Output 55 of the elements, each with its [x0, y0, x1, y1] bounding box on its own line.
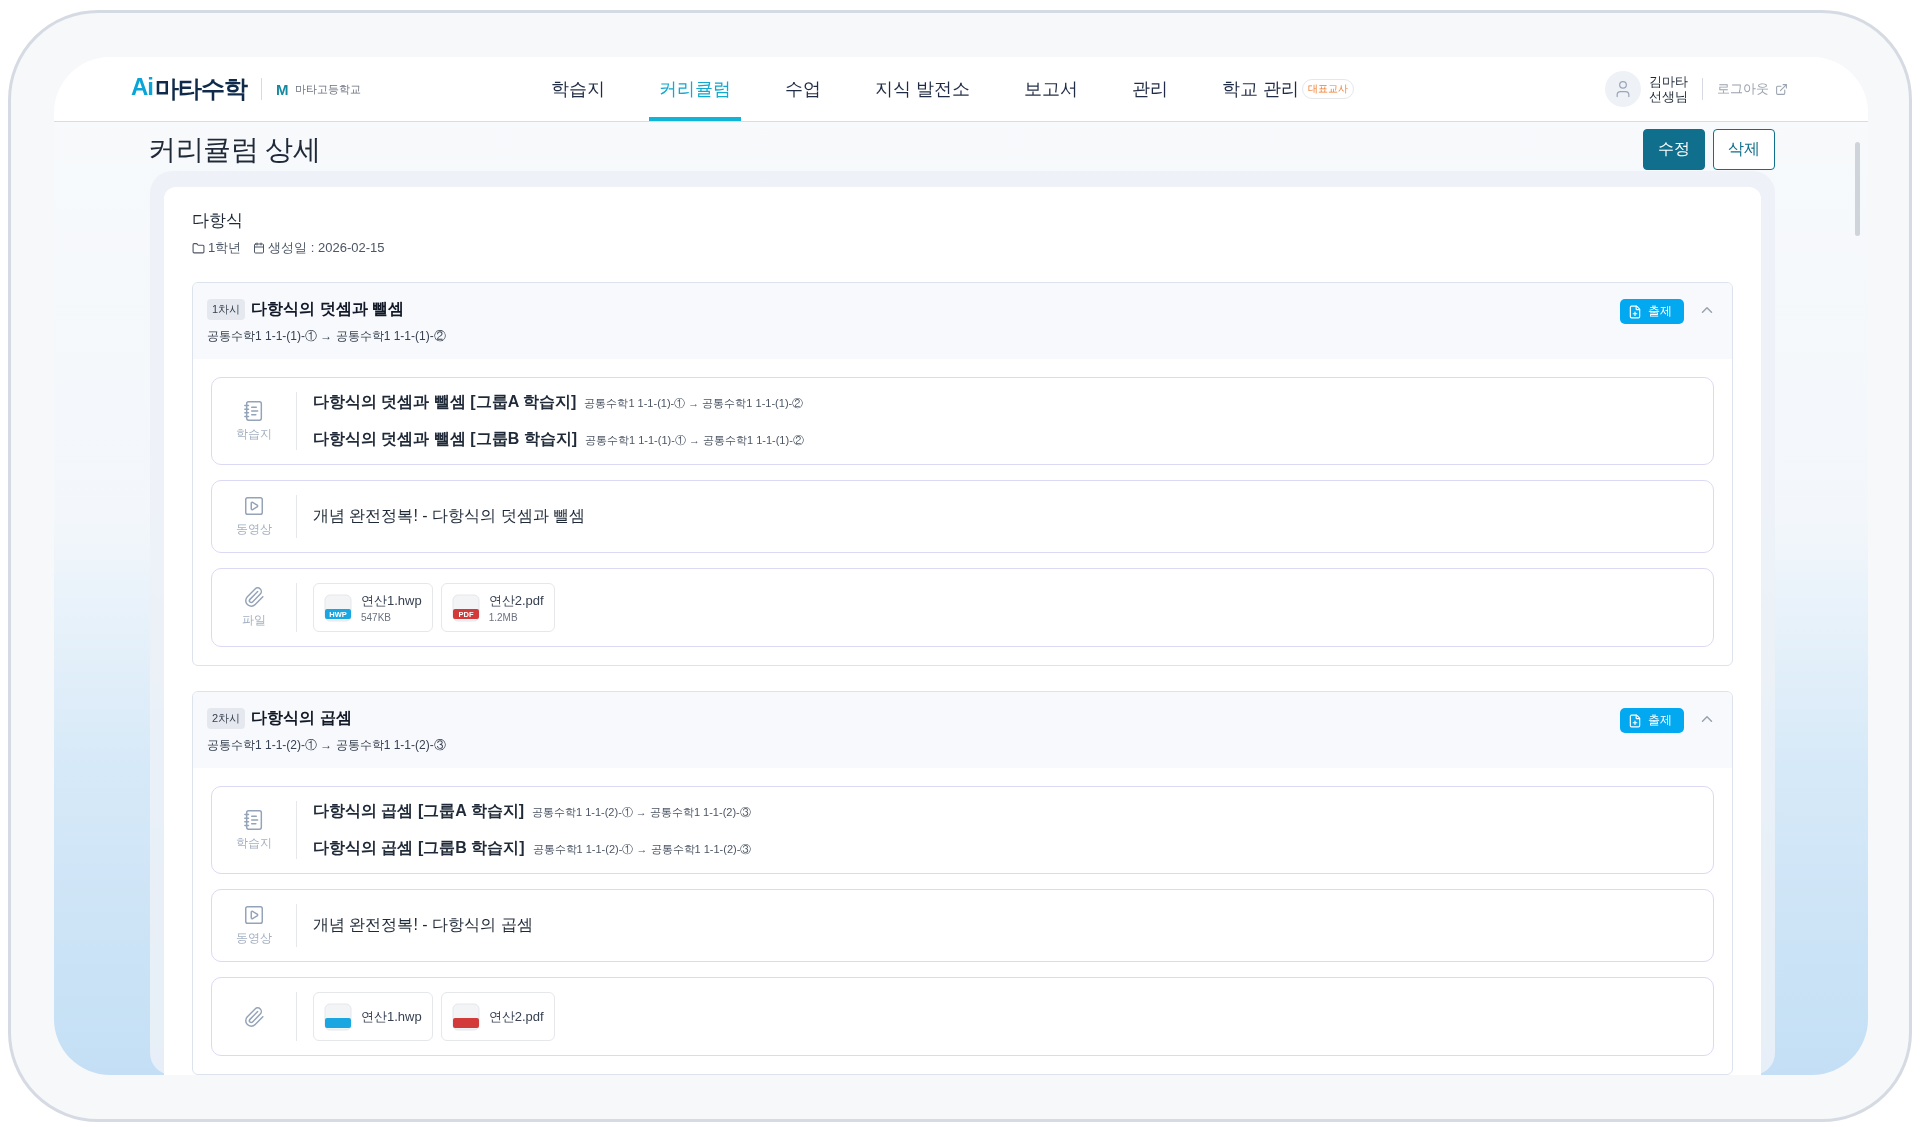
notebook-icon — [243, 399, 265, 422]
paperclip-icon — [243, 1005, 265, 1028]
nav-tab[interactable]: 지식 발전소 — [865, 57, 981, 121]
worksheet-title[interactable]: 다항식의 곱셈 [그룹B 학습지] — [313, 838, 525, 859]
folder-icon — [192, 241, 205, 255]
video-title[interactable]: 개념 완전정복! - 다항식의 덧셈과 뺄셈 — [313, 506, 585, 527]
role-badge: 대표교사 — [1302, 79, 1355, 99]
session-badge: 2차시 — [207, 708, 246, 729]
grade-label: 1학년 — [192, 239, 242, 257]
paperclip-icon — [243, 586, 265, 608]
session-title: 다항식의 곱셈 — [251, 708, 352, 728]
curriculum-name: 다항식 — [192, 210, 244, 232]
school-name: 마타고등학교 — [294, 81, 361, 97]
delete-button[interactable]: 삭제 — [1713, 129, 1775, 170]
avatar — [1605, 71, 1641, 107]
scrollbar[interactable] — [1855, 142, 1860, 236]
session-range: 공통수학1 1-1-(2)-① → 공통수학1 1-1-(2)-③ — [207, 737, 446, 754]
play-icon — [243, 495, 265, 517]
hwp-file-icon — [324, 1002, 352, 1031]
video-title[interactable]: 개념 완전정복! - 다항식의 곱셈 — [313, 915, 533, 936]
nav-tab[interactable]: 학교 관리 대표교사 — [1212, 57, 1365, 121]
pdf-file-icon — [451, 1002, 480, 1031]
worksheet-title[interactable]: 다항식의 덧셈과 뺄셈 [그룹B 학습지] — [313, 429, 577, 450]
group-label: 동영상 — [236, 521, 272, 538]
school-logo: M — [276, 80, 289, 98]
group-label: 학습지 — [236, 425, 272, 443]
play-icon — [243, 904, 265, 926]
calendar-icon — [253, 242, 266, 254]
item-range: 공통수학1 1-1-(1)-① → 공통수학1 1-1-(1)-② — [584, 396, 804, 411]
group-label: 파일 — [242, 612, 266, 629]
external-link-icon — [1775, 82, 1788, 96]
item-range: 공통수학1 1-1-(2)-① → 공통수학1 1-1-(2)-③ — [532, 842, 752, 857]
nav-tab[interactable]: 학습지 — [541, 57, 616, 121]
notebook-icon — [243, 808, 265, 831]
created-date: 생성일 : 2026-02-15 — [253, 239, 385, 257]
worksheet-title[interactable]: 다항식의 곱셈 [그룹A 학습지] — [313, 801, 524, 822]
logo[interactable]: Ai마타수학 — [131, 73, 247, 105]
file-plus-icon — [1628, 713, 1642, 728]
group-label: 동영상 — [236, 930, 272, 947]
item-range: 공통수학1 1-1-(2)-① → 공통수학1 1-1-(2)-③ — [531, 805, 751, 820]
edit-button[interactable]: 수정 — [1643, 129, 1705, 170]
nav-tab[interactable]: 수업 — [775, 57, 832, 121]
nav-tab[interactable]: 보고서 — [1014, 57, 1089, 121]
worksheet-title[interactable]: 다항식의 덧셈과 뺄셈 [그룹A 학습지] — [313, 392, 577, 413]
nav-tab[interactable]: 관리 — [1122, 57, 1179, 121]
file-attachment[interactable]: 연산2.pdf — [440, 992, 555, 1041]
file-attachment[interactable]: 연산1.hwp — [313, 992, 433, 1041]
item-range: 공통수학1 1-1-(1)-① → 공통수학1 1-1-(1)-② — [585, 433, 804, 448]
session-range: 공통수학1 1-1-(1)-① → 공통수학1 1-1-(1)-② — [207, 328, 446, 345]
session-badge: 1차시 — [207, 299, 246, 320]
file-plus-icon — [1628, 304, 1642, 319]
user-name: 김마타 선생님 — [1649, 74, 1688, 104]
page-title: 커리큘럼 상세 — [148, 132, 321, 167]
group-label: 학습지 — [236, 834, 272, 852]
session-title: 다항식의 덧셈과 뺄셈 — [251, 299, 404, 319]
